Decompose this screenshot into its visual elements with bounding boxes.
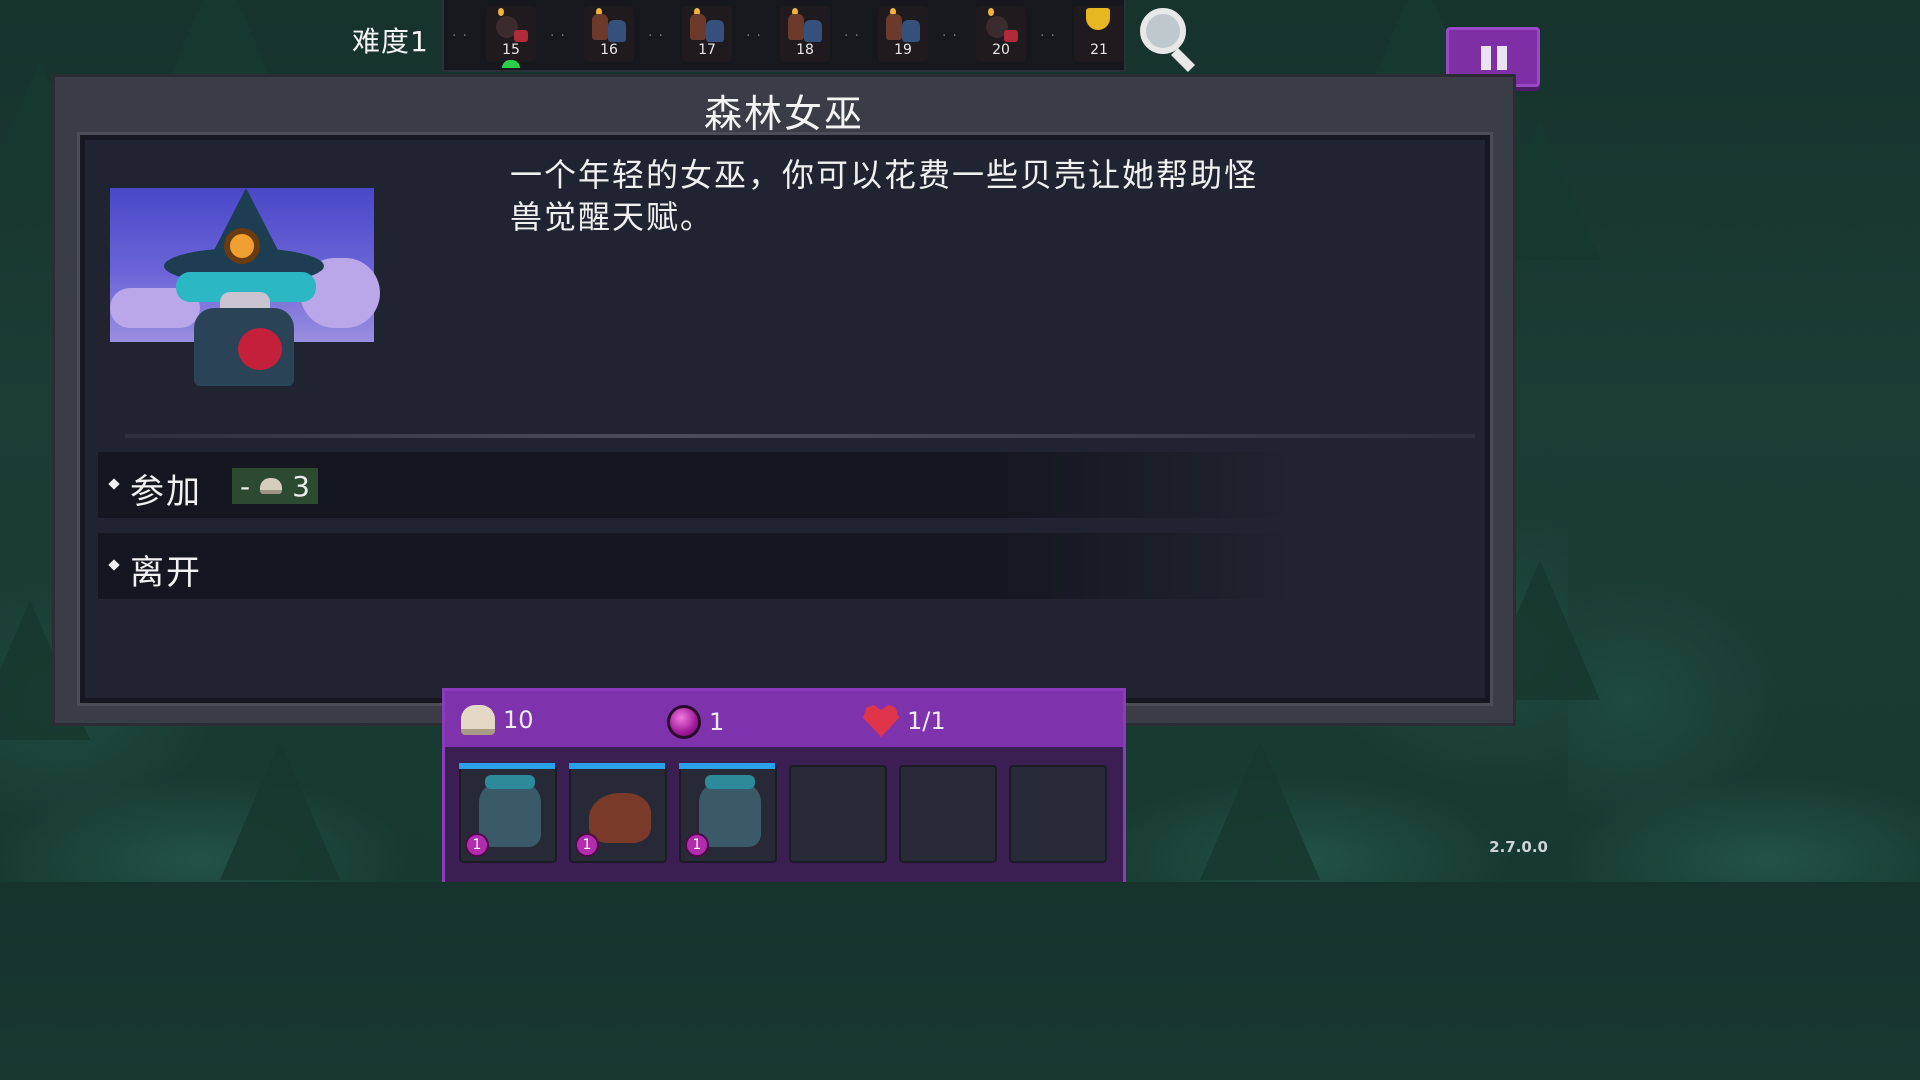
current-wave-marker (502, 60, 520, 68)
magnifier-handle (1170, 47, 1196, 73)
wave-number: 19 (894, 42, 912, 58)
option-leave-button[interactable]: 离开 (98, 533, 1298, 599)
monster-slot-3[interactable]: 1 (679, 763, 777, 863)
cost-prefix: - (240, 469, 251, 503)
enemy-icon (788, 14, 804, 40)
description-line: 兽觉醒天赋。 (510, 198, 715, 236)
inventory-panel: 10 1 1/1 1 1 1 (442, 688, 1126, 882)
enemy-icon (706, 20, 724, 42)
forest-witch-portrait (110, 188, 380, 386)
lives-count: 1/1 (863, 705, 946, 737)
bullet-diamond-icon (108, 559, 120, 571)
bullet-diamond-icon (108, 478, 120, 490)
hat-eye-icon (224, 228, 260, 264)
monster-slot-2[interactable]: 1 (569, 763, 667, 863)
red-apple-icon (238, 328, 282, 370)
wave-connector: ·· (942, 28, 963, 44)
enemy-icon (690, 14, 706, 40)
event-content: 一个年轻的女巫，你可以花费一些贝壳让她帮助怪 兽觉醒天赋。 参加 - 3 离开 (77, 132, 1493, 706)
wave-20[interactable]: 20 (976, 6, 1026, 62)
spiky-beast-icon (479, 775, 541, 847)
wave-number: 18 (796, 42, 814, 58)
monster-slot-empty[interactable] (1009, 765, 1107, 863)
hp-bar (569, 763, 665, 769)
boar-icon (589, 793, 651, 843)
option-join-button[interactable]: 参加 - 3 (98, 452, 1298, 518)
fuse-icon (988, 8, 994, 16)
purple-orb-icon (667, 705, 701, 739)
resource-bar: 10 1 1/1 (445, 691, 1123, 747)
wave-connector: ·· (452, 28, 473, 44)
shell-icon (260, 478, 283, 494)
search-button[interactable] (1138, 6, 1198, 73)
shell-count: 10 (461, 705, 534, 735)
wave-18[interactable]: 18 (780, 6, 830, 62)
wave-connector: ·· (844, 28, 865, 44)
wave-connector: ·· (648, 28, 669, 44)
description-line: 一个年轻的女巫，你可以花费一些贝壳让她帮助怪 (510, 156, 1259, 194)
pause-icon (1481, 46, 1491, 70)
trophy-icon (1086, 8, 1110, 30)
version-label: 2.7.0.0 (1489, 838, 1548, 856)
wave-19[interactable]: 19 (878, 6, 928, 62)
monster-slot-1[interactable]: 1 (459, 763, 557, 863)
hp-bar (459, 763, 555, 769)
pine-tree-decoration (1200, 740, 1320, 880)
shell-value: 10 (503, 706, 534, 734)
orb-value: 1 (709, 708, 725, 736)
shell-icon (461, 705, 495, 735)
magnifier-icon (1140, 8, 1186, 54)
level-badge: 1 (575, 833, 599, 857)
event-panel: 森林女巫 一个年轻的女巫，你可以花费一些贝壳让她帮助怪 兽觉醒天赋。 参加 - … (52, 74, 1516, 726)
event-description: 一个年轻的女巫，你可以花费一些贝壳让她帮助怪 兽觉醒天赋。 (510, 154, 1390, 238)
wave-number: 17 (698, 42, 716, 58)
red-box-icon (514, 30, 528, 42)
level-badge: 1 (465, 833, 489, 857)
wave-connector: ·· (746, 28, 767, 44)
monster-slot-empty[interactable] (789, 765, 887, 863)
wave-number: 15 (502, 42, 520, 58)
spikes (485, 775, 535, 789)
spiky-beast-vine-icon (699, 775, 761, 847)
wave-number: 20 (992, 42, 1010, 58)
heart-icon (863, 705, 899, 737)
divider (125, 434, 1475, 438)
wave-number: 16 (600, 42, 618, 58)
option-label: 参加 (130, 472, 202, 512)
enemy-icon (592, 14, 608, 40)
enemy-icon (608, 20, 626, 42)
option-label: 离开 (130, 553, 202, 593)
monster-slot-empty[interactable] (899, 765, 997, 863)
enemy-icon (804, 20, 822, 42)
wave-15[interactable]: 15 (486, 6, 536, 68)
enemy-icon (886, 14, 902, 40)
spikes (705, 775, 755, 789)
level-badge: 1 (685, 833, 709, 857)
wave-16[interactable]: 16 (584, 6, 634, 62)
wave-17[interactable]: 17 (682, 6, 732, 62)
event-title: 森林女巫 (703, 92, 864, 136)
wave-connector: ·· (550, 28, 571, 44)
wave-21[interactable]: 21 (1074, 6, 1124, 62)
cost-badge: - 3 (232, 468, 318, 504)
wave-number: 21 (1090, 42, 1108, 58)
wave-progress-bar: ·· 15 ·· 16 ·· 17 ·· 18 ·· 19 ·· 20 ·· 2… (442, 0, 1126, 72)
lives-value: 1/1 (907, 707, 946, 735)
wave-connector: ·· (1040, 28, 1061, 44)
red-box-icon (1004, 30, 1018, 42)
pine-tree-decoration (220, 740, 340, 880)
hp-bar (679, 763, 775, 769)
difficulty-label: 难度1 (352, 25, 429, 58)
monster-slots: 1 1 1 (445, 747, 1123, 882)
cost-value: 3 (292, 469, 310, 503)
orb-count: 1 (667, 705, 724, 739)
fuse-icon (498, 8, 504, 16)
enemy-icon (902, 20, 920, 42)
pause-icon (1497, 46, 1507, 70)
